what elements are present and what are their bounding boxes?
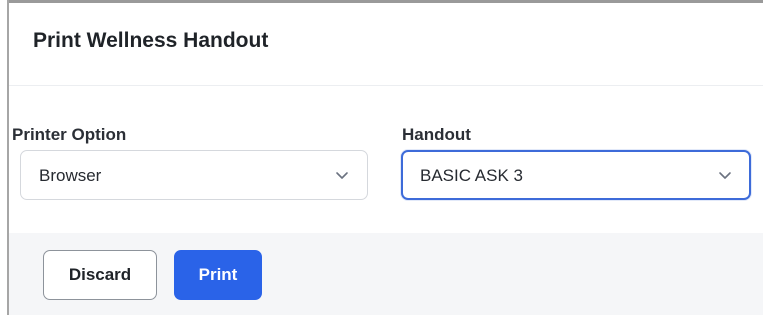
- printer-option-select[interactable]: Browser: [20, 150, 368, 200]
- printer-option-value: Browser: [39, 166, 102, 185]
- window-left-border: [0, 0, 9, 315]
- discard-button[interactable]: Discard: [43, 250, 157, 300]
- print-wellness-handout-dialog: Print Wellness Handout Printer Option Br…: [9, 3, 763, 315]
- print-button[interactable]: Print: [174, 250, 262, 300]
- dialog-header: Print Wellness Handout: [9, 3, 763, 86]
- dialog-footer: Discard Print: [9, 233, 763, 315]
- chevron-down-icon: [719, 172, 731, 179]
- dialog-title: Print Wellness Handout: [33, 29, 269, 52]
- handout-label: Handout: [402, 125, 471, 144]
- handout-select[interactable]: BASIC ASK 3: [401, 150, 751, 200]
- chevron-down-icon: [336, 172, 348, 179]
- printer-option-label: Printer Option: [12, 125, 127, 144]
- handout-value: BASIC ASK 3: [420, 166, 523, 185]
